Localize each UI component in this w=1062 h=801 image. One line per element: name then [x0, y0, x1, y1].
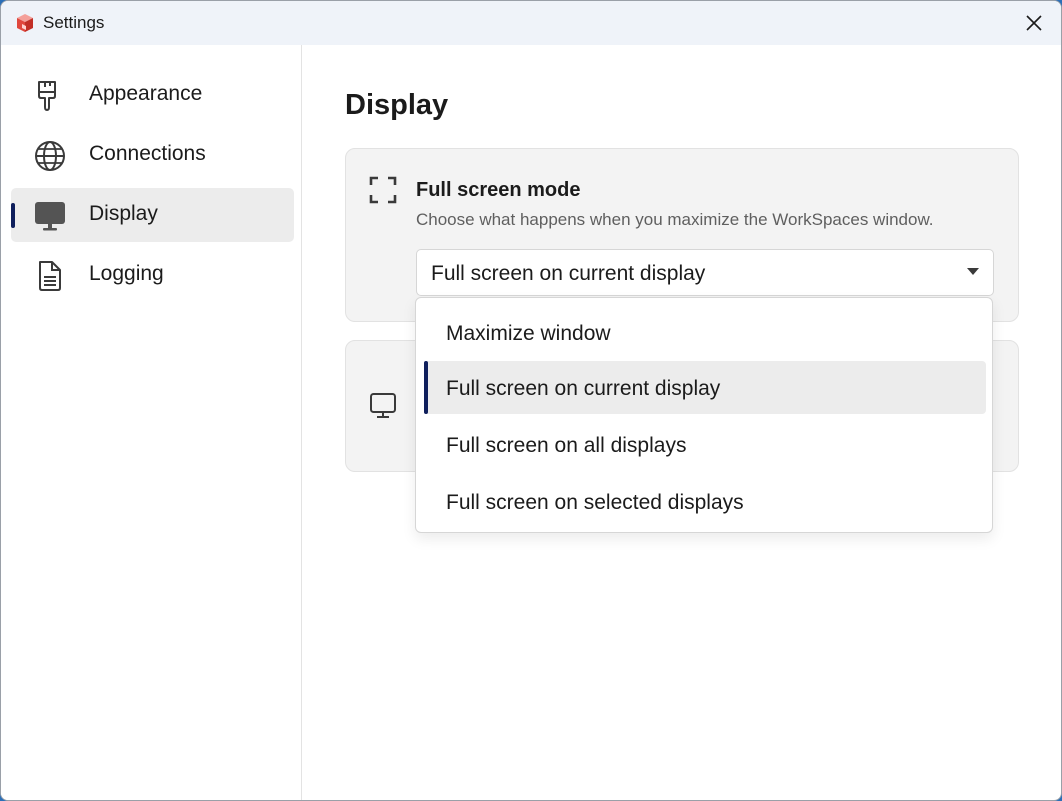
option-full-screen-current-display[interactable]: Full screen on current display	[424, 361, 986, 414]
sidebar-item-appearance[interactable]: Appearance	[11, 68, 294, 122]
chevron-down-icon	[967, 268, 979, 275]
active-indicator	[11, 203, 15, 228]
workspaces-cube-icon	[17, 14, 33, 32]
option-maximize-window[interactable]: Maximize window	[424, 306, 986, 359]
sidebar-item-label: Display	[89, 202, 158, 225]
monitor-icon	[35, 202, 65, 231]
title-bar: Settings	[1, 1, 1061, 45]
option-label: Full screen on selected displays	[446, 491, 744, 514]
page-title: Display	[345, 89, 449, 121]
option-label: Full screen on current display	[446, 377, 721, 400]
fullscreen-mode-dropdown: Maximize window Full screen on current d…	[415, 297, 993, 533]
sidebar-item-label: Logging	[89, 262, 164, 285]
close-button[interactable]	[1007, 1, 1061, 45]
selected-indicator	[424, 361, 428, 414]
sidebar-item-connections[interactable]: Connections	[11, 128, 294, 182]
fullscreen-mode-card: Full screen mode Choose what happens whe…	[345, 148, 1019, 322]
sidebar-item-label: Appearance	[89, 82, 203, 105]
paintbrush-icon	[38, 81, 56, 111]
sidebar: Appearance Connections Display Logging	[1, 45, 302, 800]
close-icon	[1026, 15, 1042, 31]
option-label: Maximize window	[446, 322, 611, 345]
globe-icon	[35, 141, 65, 171]
fullscreen-mode-select[interactable]: Full screen on current display	[416, 249, 994, 296]
monitor-outline-icon	[370, 393, 396, 418]
sidebar-item-logging[interactable]: Logging	[11, 248, 294, 302]
option-full-screen-selected-displays[interactable]: Full screen on selected displays	[424, 475, 986, 528]
option-label: Full screen on all displays	[446, 434, 687, 457]
settings-window: Settings Appearance Connections Display …	[0, 0, 1062, 801]
option-full-screen-all-displays[interactable]: Full screen on all displays	[424, 418, 986, 471]
sidebar-item-label: Connections	[89, 142, 206, 165]
document-icon	[39, 261, 61, 291]
select-value: Full screen on current display	[431, 262, 706, 285]
card-title: Full screen mode	[416, 179, 581, 201]
card-description: Choose what happens when you maximize th…	[416, 210, 934, 229]
fullscreen-icon	[369, 176, 397, 204]
sidebar-item-display[interactable]: Display	[11, 188, 294, 242]
window-title: Settings	[43, 13, 105, 32]
